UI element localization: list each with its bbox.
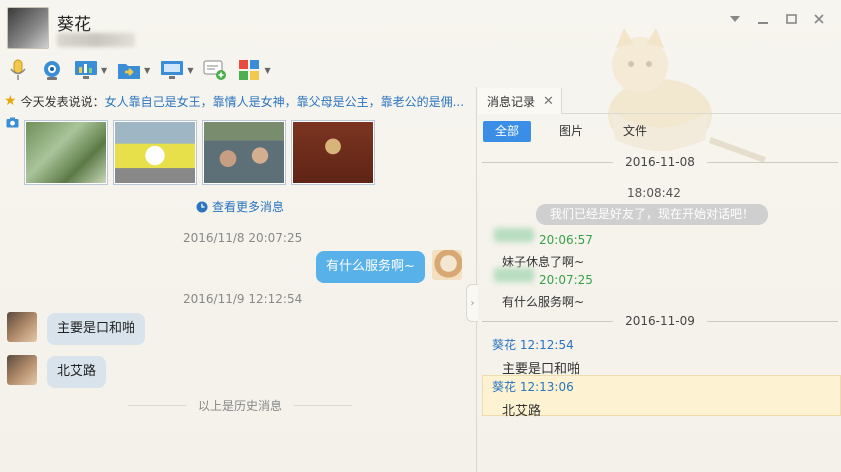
system-time: 18:08:42	[627, 186, 681, 200]
divider	[562, 113, 841, 114]
camera-small-icon	[6, 117, 19, 128]
camera-icon	[40, 58, 64, 82]
date-label: 2016-11-08	[625, 155, 695, 169]
chevron-right-icon: ›	[470, 297, 475, 309]
tab-message-history[interactable]: 消息记录 ✕	[478, 88, 562, 114]
date-separator: 2016-11-08	[482, 154, 838, 170]
history-end-divider: 以上是历史消息	[128, 397, 353, 413]
entry-text: 北艾路	[502, 404, 542, 419]
photo-thumbnail[interactable]	[202, 120, 286, 185]
voice-call-button[interactable]	[6, 56, 30, 84]
contact-signature	[57, 33, 135, 47]
status-text-link[interactable]: 女人靠自己是女王，靠情人是女神，靠父母是公主，靠老公的是佣...	[105, 93, 464, 110]
chevron-down-icon[interactable]: ▼	[101, 66, 107, 75]
screen-share-button[interactable]: ▼	[160, 56, 193, 84]
date-separator: 2016-11-09	[482, 313, 838, 329]
photo-thumbnail[interactable]	[24, 120, 108, 185]
view-more-label: 查看更多消息	[212, 200, 285, 214]
message-bubble[interactable]: 主要是口和啪	[47, 313, 146, 345]
create-group-button[interactable]	[203, 56, 227, 84]
remote-assist-button[interactable]: ▼	[74, 56, 107, 84]
date-label: 2016-11-09	[625, 314, 695, 328]
history-end-label: 以上是历史消息	[198, 398, 283, 413]
entry-time: 20:07:25	[539, 273, 593, 287]
timestamp: 2016/11/8 20:07:25	[183, 231, 303, 245]
screen-icon	[160, 58, 184, 82]
toolbar: ▼ ▼ ▼ ▼	[6, 56, 281, 84]
monitor-chart-icon	[74, 58, 98, 82]
timestamp: 2016/11/9 12:12:54	[183, 292, 303, 306]
star-icon: ★	[4, 93, 17, 109]
avatar[interactable]	[7, 312, 37, 342]
view-more-messages-link[interactable]: 查看更多消息	[196, 198, 284, 215]
avatar[interactable]	[432, 250, 462, 280]
video-call-button[interactable]	[40, 56, 64, 84]
chat-window: 葵花 ▼ ▼ ▼ ▼ ★ 今天发表说说： 女人靠自己是女王，靠情人是女神，靠父母…	[0, 0, 841, 472]
filter-images[interactable]: 图片	[547, 121, 595, 142]
photo-strip	[24, 120, 375, 185]
microphone-icon	[6, 58, 30, 82]
entry-time: 20:06:57	[539, 233, 593, 247]
tab-label: 消息记录	[487, 94, 536, 109]
panel-divider	[476, 87, 477, 472]
chevron-down-icon[interactable]: ▼	[144, 66, 150, 75]
chevron-down-icon[interactable]: ▼	[264, 66, 270, 75]
file-transfer-button[interactable]: ▼	[117, 56, 150, 84]
system-message: 我们已经是好友了，现在开始对话吧！	[536, 204, 769, 225]
filter-files[interactable]: 文件	[611, 121, 659, 142]
folder-arrow-icon	[117, 58, 141, 82]
contact-avatar[interactable]	[7, 7, 49, 49]
status-prefix: 今天发表说说：	[20, 94, 105, 109]
entry-text: 有什么服务啊~	[502, 295, 585, 309]
clock-icon	[196, 201, 208, 212]
history-filters: 全部 图片 文件	[483, 121, 675, 142]
avatar[interactable]	[7, 355, 37, 385]
close-icon[interactable]: ✕	[543, 94, 554, 109]
photo-thumbnail[interactable]	[291, 120, 375, 185]
entry-sender: 葵花 12:12:54	[492, 338, 574, 352]
apps-grid-icon	[237, 58, 261, 82]
chevron-down-icon[interactable]: ▼	[187, 66, 193, 75]
entry-sender: 葵花 12:13:06	[492, 380, 574, 394]
cat-decoration-icon	[608, 28, 767, 163]
message-bubble-self[interactable]: 有什么服务啊~	[316, 251, 425, 283]
sender-name-blurred	[494, 228, 534, 242]
photo-thumbnail[interactable]	[113, 120, 197, 185]
filter-all[interactable]: 全部	[483, 121, 532, 142]
collapse-panel-button[interactable]: ›	[466, 284, 478, 322]
close-icon[interactable]	[805, 10, 833, 28]
chat-add-icon	[203, 58, 227, 82]
contact-name[interactable]: 葵花	[57, 10, 91, 35]
status-line: ★ 今天发表说说： 女人靠自己是女王，靠情人是女神，靠父母是公主，靠老公的是佣.…	[4, 92, 474, 110]
sender-name-blurred	[494, 268, 534, 282]
message-bubble[interactable]: 北艾路	[47, 356, 107, 388]
apps-button[interactable]: ▼	[237, 56, 271, 84]
